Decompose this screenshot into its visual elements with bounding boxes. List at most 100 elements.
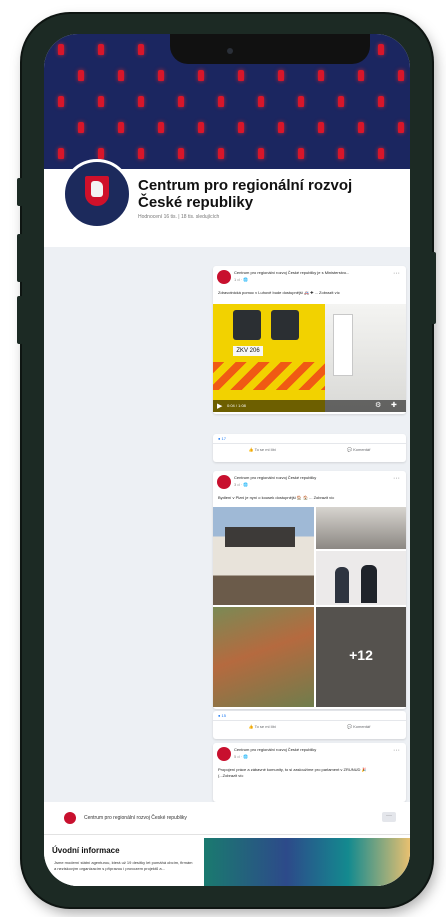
post-card: Centrum pro regionální rozvoj České repu… (213, 471, 406, 709)
candle-icon (58, 44, 64, 55)
candle-icon (178, 148, 184, 159)
comment-icon: 💬 (346, 447, 352, 452)
comment-label: Komentář (353, 447, 371, 452)
settings-icon[interactable]: ⚙ (375, 401, 381, 409)
candle-icon (378, 148, 384, 159)
candle-icon (138, 148, 144, 159)
building-photo[interactable] (213, 507, 314, 605)
mute-switch (17, 178, 23, 206)
candle-icon (218, 96, 224, 107)
comment-button[interactable]: 💬 Komentář (347, 447, 370, 452)
post-video[interactable]: ZKV 206 ▶ 0:04 / 1:08 ⚙ ✚ (213, 304, 406, 412)
volume-up-button (17, 234, 23, 282)
candle-icon (178, 96, 184, 107)
candle-icon (258, 96, 264, 107)
like-label: To se mi líbí (254, 447, 276, 452)
candle-icon (398, 122, 404, 133)
thumbs-up-icon: 👍 (248, 447, 254, 452)
see-more-link[interactable]: (...Zobrazit víc (213, 773, 406, 779)
more-options-icon[interactable]: ··· (393, 747, 400, 754)
photo-grid: +12 (213, 507, 406, 707)
comment-icon: 💬 (346, 724, 352, 729)
reaction-count[interactable]: ● 15 (213, 711, 406, 720)
like-reaction-icon: ● (218, 436, 221, 441)
post-author[interactable]: Centrum pro regionální rozvoj České repu… (234, 475, 394, 480)
post-author[interactable]: Centrum pro regionální rozvoj České repu… (234, 270, 394, 275)
like-button[interactable]: 👍 To se mi líbí (249, 447, 276, 452)
page-header: Centrum pro regionální rozvoj České repu… (44, 159, 410, 247)
candle-icon (138, 96, 144, 107)
power-button (430, 252, 436, 324)
reaction-count[interactable]: ● 17 (213, 434, 406, 443)
ambulance-image (213, 304, 325, 412)
like-button[interactable]: 👍 To se mi líbí (249, 724, 276, 729)
candle-icon (138, 44, 144, 55)
candle-icon (378, 96, 384, 107)
more-options-icon[interactable]: ··· (393, 270, 400, 277)
video-controls[interactable]: ▶ 0:04 / 1:08 ⚙ ✚ (213, 400, 406, 412)
candle-icon (318, 70, 324, 81)
post-author[interactable]: Centrum pro regionální rozvoj České repu… (234, 747, 394, 752)
page-row[interactable]: Centrum pro regionální rozvoj České repu… (44, 802, 410, 835)
post-actions: 👍 To se mi líbí 💬 Komentář (213, 443, 406, 455)
candle-icon (338, 148, 344, 159)
profile-picture[interactable] (62, 159, 132, 229)
aerial-photo[interactable] (213, 607, 314, 707)
candle-icon (298, 148, 304, 159)
room-door (333, 314, 353, 376)
person-figure (335, 567, 349, 603)
candle-icon (98, 44, 104, 55)
candle-icon (318, 122, 324, 133)
more-options-button[interactable]: ··· (382, 812, 396, 822)
photos-strip[interactable] (204, 838, 410, 886)
candle-icon (338, 96, 344, 107)
more-options-icon[interactable]: ··· (393, 475, 400, 482)
candle-icon (238, 122, 244, 133)
ambulance-window (233, 310, 261, 340)
post-time[interactable]: 5 d · 🌐 (234, 754, 248, 759)
candle-icon (118, 122, 124, 133)
candle-icon (58, 96, 64, 107)
author-avatar[interactable] (217, 747, 231, 761)
candle-icon (238, 70, 244, 81)
person-figure (361, 565, 377, 603)
candle-icon (78, 70, 84, 81)
license-plate: ZKV 206 (233, 346, 263, 356)
ambulance-stripe (213, 362, 325, 390)
ambulance-window (271, 310, 299, 340)
candle-icon (258, 148, 264, 159)
candle-icon (58, 148, 64, 159)
author-avatar[interactable] (217, 475, 231, 489)
intro-title: Úvodní informace (52, 846, 120, 855)
candle-icon (158, 70, 164, 81)
candle-icon (198, 122, 204, 133)
candle-icon (118, 70, 124, 81)
candle-icon (398, 70, 404, 81)
interior-photo[interactable] (316, 507, 406, 549)
candle-icon (298, 96, 304, 107)
candle-icon (158, 122, 164, 133)
fullscreen-icon[interactable]: ✚ (391, 401, 397, 409)
phone-screen: Centrum pro regionální rozvoj České repu… (44, 34, 410, 886)
post-actions: 👍 To se mi líbí 💬 Komentář (213, 720, 406, 732)
play-icon[interactable]: ▶ (217, 402, 222, 410)
post-text: Zdravotnická pomoc v Luhově bude dostupn… (218, 290, 340, 295)
lion-icon (91, 181, 103, 197)
candle-icon (78, 122, 84, 133)
candle-icon (198, 70, 204, 81)
reaction-number: 15 (221, 713, 226, 718)
post-header: Centrum pro regionální rozvoj České repu… (213, 743, 406, 767)
more-photos-tile[interactable]: +12 (316, 607, 406, 707)
author-avatar[interactable] (217, 270, 231, 284)
bottom-page-bar: Centrum pro regionální rozvoj České repu… (44, 802, 410, 886)
post-footer: ● 17 👍 To se mi líbí 💬 Komentář (213, 434, 406, 462)
comment-button[interactable]: 💬 Komentář (347, 724, 370, 729)
post-time[interactable]: 1 d · 🌐 (234, 277, 248, 282)
post-time[interactable]: 3 d · 🌐 (234, 482, 248, 487)
page-title[interactable]: Centrum pro regionální rozvoj České repu… (138, 177, 388, 211)
thumbs-up-icon: 👍 (248, 724, 254, 729)
like-label: To se mi líbí (254, 724, 276, 729)
candle-icon (98, 96, 104, 107)
page-avatar (64, 812, 76, 824)
post-header: Centrum pro regionální rozvoj České repu… (213, 266, 406, 290)
